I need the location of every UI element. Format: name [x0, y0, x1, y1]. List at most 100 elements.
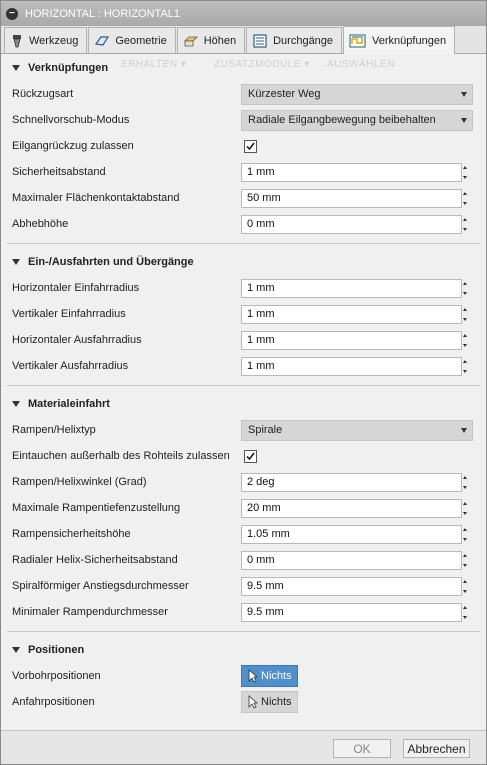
- rampentyp-select[interactable]: Spirale: [241, 419, 473, 441]
- section-header-materialeinfahrt[interactable]: Materialeinfahrt: [1, 391, 486, 417]
- section-header-positionen[interactable]: Positionen: [1, 637, 486, 663]
- tool-icon: [13, 34, 21, 47]
- section-header-einausfahrten[interactable]: Ein-/Ausfahrten und Übergänge: [1, 249, 486, 275]
- spin-up-icon[interactable]: [463, 501, 467, 505]
- spin-down-icon[interactable]: [463, 589, 467, 593]
- sicherheitshoehe-input[interactable]: 1.05 mm: [241, 524, 462, 544]
- row-flaechenkontakt: Maximaler Flächenkontaktabstand 50 mm: [1, 185, 486, 211]
- spin-down-icon[interactable]: [463, 615, 467, 619]
- field-label: Vertikaler Ausfahrradius: [12, 360, 129, 372]
- spin-up-icon[interactable]: [463, 527, 467, 531]
- spinner-buttons[interactable]: [461, 305, 471, 324]
- row-min-durchmesser: Minimaler Rampendurchmesser 9.5 mm: [1, 599, 486, 625]
- input-value: 1 mm: [247, 166, 275, 178]
- spin-down-icon[interactable]: [463, 369, 467, 373]
- input-value: 1 mm: [247, 308, 275, 320]
- section-title: Ein-/Ausfahrten und Übergänge: [28, 256, 194, 268]
- spin-down-icon[interactable]: [463, 175, 467, 179]
- spin-up-icon[interactable]: [463, 359, 467, 363]
- v-einfahr-input[interactable]: 1 mm: [241, 304, 462, 324]
- spin-down-icon[interactable]: [463, 317, 467, 321]
- rueckzugsart-select[interactable]: Kürzester Weg: [241, 83, 473, 105]
- form-content: Verknüpfungen Rückzugsart Kürzester Weg …: [1, 55, 486, 730]
- tab-label: Werkzeug: [29, 34, 79, 47]
- row-sicherheitsabstand: Sicherheitsabstand 1 mm: [1, 159, 486, 185]
- spinner-buttons[interactable]: [461, 499, 471, 518]
- eilgang-checkbox[interactable]: [244, 139, 257, 153]
- flaechenkontakt-input[interactable]: 50 mm: [241, 188, 462, 208]
- h-ausfahr-input[interactable]: 1 mm: [241, 330, 462, 350]
- spin-down-icon[interactable]: [463, 563, 467, 567]
- tab-durchgaenge[interactable]: Durchgänge: [246, 27, 343, 53]
- spin-up-icon[interactable]: [463, 217, 467, 221]
- anstieg-input[interactable]: 9.5 mm: [241, 576, 462, 596]
- spin-down-icon[interactable]: [463, 201, 467, 205]
- spin-up-icon[interactable]: [463, 579, 467, 583]
- eintauchen-checkbox[interactable]: [244, 449, 257, 463]
- spin-down-icon[interactable]: [463, 537, 467, 541]
- row-schnellvorschub: Schnellvorschub-Modus Radiale Eilgangbew…: [1, 107, 486, 133]
- spinner-buttons[interactable]: [461, 189, 471, 208]
- section-header-verknuepfungen[interactable]: Verknüpfungen: [1, 55, 486, 81]
- field-label: Rampen/Helixtyp: [12, 424, 96, 436]
- v-ausfahr-input[interactable]: 1 mm: [241, 356, 462, 376]
- spin-up-icon[interactable]: [463, 165, 467, 169]
- vorbohr-select-button[interactable]: Nichts: [241, 665, 298, 687]
- collapse-triangle-icon[interactable]: [12, 401, 20, 407]
- spin-down-icon[interactable]: [463, 291, 467, 295]
- abhebehoehe-input[interactable]: 0 mm: [241, 214, 462, 234]
- winkel-input[interactable]: 2 deg: [241, 472, 462, 492]
- tab-hoehen[interactable]: Höhen: [176, 27, 246, 53]
- tab-label: Verknüpfungen: [372, 34, 447, 47]
- tab-werkzeug[interactable]: Werkzeug: [4, 27, 88, 53]
- spinner-buttons[interactable]: [461, 331, 471, 350]
- tiefenzustellung-input[interactable]: 20 mm: [241, 498, 462, 518]
- section-title: Verknüpfungen: [28, 62, 109, 74]
- spin-down-icon[interactable]: [463, 343, 467, 347]
- heights-icon: [183, 36, 198, 46]
- cancel-button[interactable]: Abbrechen: [403, 739, 470, 758]
- spin-up-icon[interactable]: [463, 605, 467, 609]
- spin-down-icon[interactable]: [463, 485, 467, 489]
- spin-up-icon[interactable]: [463, 475, 467, 479]
- input-value: 20 mm: [247, 502, 281, 514]
- row-sicherheitshoehe: Rampensicherheitshöhe 1.05 mm: [1, 521, 486, 547]
- schnellvorschub-select[interactable]: Radiale Eilgangbewegung beibehalten: [241, 109, 473, 131]
- spinner-buttons[interactable]: [461, 473, 471, 492]
- spinner-buttons[interactable]: [461, 279, 471, 298]
- h-einfahr-input[interactable]: 1 mm: [241, 278, 462, 298]
- spin-up-icon[interactable]: [463, 333, 467, 337]
- spinner-buttons[interactable]: [461, 525, 471, 544]
- collapse-triangle-icon[interactable]: [12, 65, 20, 71]
- spin-down-icon[interactable]: [463, 227, 467, 231]
- tab-geometrie[interactable]: Geometrie: [88, 27, 176, 53]
- spin-up-icon[interactable]: [463, 553, 467, 557]
- collapse-triangle-icon[interactable]: [12, 647, 20, 653]
- collapse-triangle-icon[interactable]: [12, 259, 20, 265]
- anfahr-select-button[interactable]: Nichts: [241, 691, 298, 713]
- select-value: Spirale: [248, 424, 283, 436]
- spin-up-icon[interactable]: [463, 191, 467, 195]
- field-label: Horizontaler Einfahrradius: [12, 282, 140, 294]
- spinner-buttons[interactable]: [461, 163, 471, 182]
- row-helix-abstand: Radialer Helix-Sicherheitsabstand 0 mm: [1, 547, 486, 573]
- collapse-icon[interactable]: −: [6, 7, 18, 20]
- input-value: 0 mm: [247, 218, 275, 230]
- row-tiefenzustellung: Maximale Rampentiefenzustellung 20 mm: [1, 495, 486, 521]
- spinner-buttons[interactable]: [461, 357, 471, 376]
- selection-value: Nichts: [261, 670, 292, 682]
- spinner-buttons[interactable]: [461, 551, 471, 570]
- spin-up-icon[interactable]: [463, 307, 467, 311]
- helix-abstand-input[interactable]: 0 mm: [241, 550, 462, 570]
- spinner-buttons[interactable]: [461, 577, 471, 596]
- section-divider: [7, 631, 480, 632]
- sicherheitsabstand-input[interactable]: 1 mm: [241, 162, 462, 182]
- spin-down-icon[interactable]: [463, 511, 467, 515]
- spinner-buttons[interactable]: [461, 603, 471, 622]
- min-durchmesser-input[interactable]: 9.5 mm: [241, 602, 462, 622]
- spin-up-icon[interactable]: [463, 281, 467, 285]
- spinner-buttons[interactable]: [461, 215, 471, 234]
- ok-button[interactable]: OK: [333, 739, 391, 758]
- tab-verknuepfungen[interactable]: Verknüpfungen: [343, 26, 456, 54]
- section-divider: [7, 385, 480, 386]
